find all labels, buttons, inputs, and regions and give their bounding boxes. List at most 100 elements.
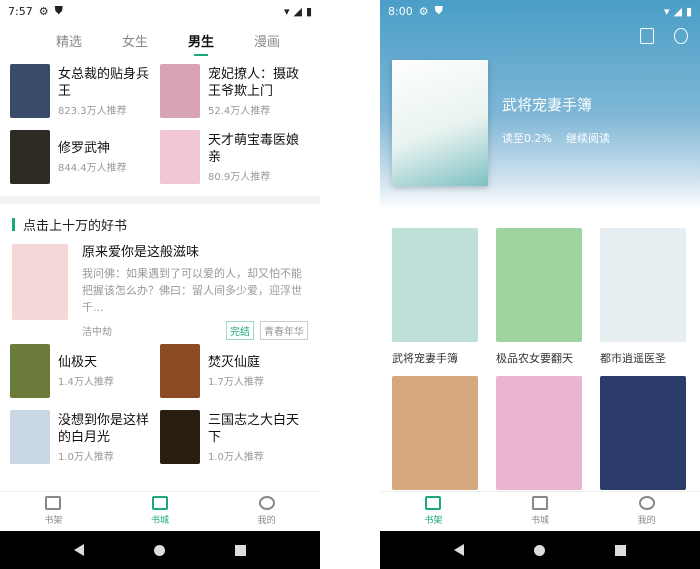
tab-male[interactable]: 男生	[168, 31, 234, 56]
book-item[interactable]: 仙极天 1.4万人推荐	[10, 338, 160, 404]
bookshelf-screen: 8:00 ⚙ ⛊ ▾ ◢ ▮ 武将宠妻手簿 读至0.2% 继续阅读 武将宠妻手簿 极…	[380, 0, 700, 569]
book-cover	[10, 344, 50, 398]
book-title: 天才萌宝毒医娘亲	[208, 132, 300, 165]
tab-featured[interactable]: 精选	[36, 31, 102, 50]
shield-icon: ⛊	[434, 4, 443, 17]
bookshelf-icon	[45, 496, 62, 510]
book-cover	[12, 244, 68, 320]
book-cover	[600, 376, 686, 490]
signal-icon: ◢	[293, 4, 302, 18]
status-time: 8:00	[388, 4, 413, 18]
book-cover	[392, 228, 478, 342]
bookshelf-icon	[425, 496, 442, 510]
profile-icon	[638, 496, 655, 510]
book-item[interactable]: 修罗武神 844.4万人推荐	[10, 124, 160, 190]
section-title: 点击上十万的好书	[23, 218, 128, 234]
book-title: 宠妃撩人：摄政王爷欺上门	[208, 66, 300, 99]
continue-reading-button[interactable]: 继续阅读	[566, 130, 610, 146]
bottom-nav: 书架 书城 我的	[380, 491, 700, 531]
battery-icon: ▮	[685, 4, 692, 18]
book-cover	[160, 130, 200, 184]
book-cover	[600, 228, 686, 342]
more-book-grid: 仙极天 1.4万人推荐 焚灭仙庭 1.7万人推荐 没想到你是这样的白月光 1.0万人推…	[0, 338, 320, 470]
book-cover	[10, 410, 50, 464]
nav-bookstore[interactable]: 书城	[107, 492, 214, 531]
wifi-icon: ▾	[283, 4, 290, 18]
book-item[interactable]: 焚灭仙庭 1.7万人推荐	[160, 338, 310, 404]
calendar-icon[interactable]	[640, 28, 654, 44]
book-item[interactable]: 天才萌宝毒医娘亲 80.9万人推荐	[160, 124, 310, 190]
store-icon	[152, 496, 168, 510]
top-book-grid: 女总裁的贴身兵王 823.3万人推荐 宠妃撩人：摄政王爷欺上门 52.4万人推荐 修…	[0, 58, 320, 190]
book-title: 修罗武神	[58, 141, 111, 156]
wifi-icon: ▾	[663, 4, 670, 18]
status-bar: 7:57 ⚙ ⛊ ▾ ◢ ▮	[0, 0, 320, 22]
shelf-book[interactable]	[496, 376, 582, 490]
shelf-book[interactable]: 都市逍遥医圣	[600, 228, 686, 366]
status-bar: 8:00 ⚙ ⛊ ▾ ◢ ▮	[380, 0, 700, 22]
book-meta: 844.4万人推荐	[58, 163, 127, 174]
back-icon[interactable]	[454, 544, 464, 556]
section-header: 点击上十万的好书	[0, 204, 320, 244]
system-nav-bar	[0, 531, 320, 569]
book-title: 焚灭仙庭	[208, 355, 261, 370]
nav-profile[interactable]: 我的	[213, 492, 320, 531]
store-icon	[532, 496, 548, 510]
category-tabs: 精选 女生 男生 漫画	[0, 22, 320, 58]
shelf-book[interactable]	[392, 376, 478, 490]
current-book-cover[interactable]	[392, 60, 488, 186]
divider	[0, 196, 320, 204]
recents-icon[interactable]	[235, 544, 246, 556]
book-cover	[10, 130, 50, 184]
book-title: 都市逍遥医圣	[600, 352, 666, 365]
featured-book[interactable]: 原来爱你是这般滋味 我问佛：如果遇到了可以爱的人，却又怕不能把握该怎么办？佛曰：…	[0, 244, 320, 340]
book-item[interactable]: 宠妃撩人：摄政王爷欺上门 52.4万人推荐	[160, 58, 310, 124]
tab-female[interactable]: 女生	[102, 31, 168, 50]
settings-icon: ⚙	[38, 4, 49, 18]
book-title: 极品农女要翻天	[496, 352, 573, 365]
status-time: 7:57	[8, 4, 33, 18]
book-title: 仙极天	[58, 355, 98, 370]
book-meta: 1.0万人推荐	[208, 451, 264, 463]
profile-icon	[258, 496, 275, 510]
settings-icon: ⚙	[418, 4, 429, 18]
book-title: 三国志之大白天下	[208, 412, 300, 445]
book-meta: 1.4万人推荐	[58, 377, 114, 388]
book-meta: 1.7万人推荐	[208, 377, 264, 388]
nav-bookshelf[interactable]: 书架	[380, 492, 487, 531]
book-cover	[160, 344, 200, 398]
book-title: 女总裁的贴身兵王	[58, 66, 150, 99]
home-icon[interactable]	[154, 544, 165, 556]
shelf-book[interactable]	[600, 376, 686, 490]
shelf-book[interactable]: 极品农女要翻天	[496, 228, 582, 366]
book-cover	[496, 376, 582, 490]
nav-profile[interactable]: 我的	[593, 492, 700, 531]
bottom-nav: 书架 书城 我的	[0, 491, 320, 531]
tab-comics[interactable]: 漫画	[234, 31, 300, 50]
book-description: 我问佛：如果遇到了可以爱的人，却又怕不能把握该怎么办？佛曰：留人间多少爱，迎浮世…	[82, 267, 302, 314]
book-meta: 80.9万人推荐	[208, 171, 271, 183]
reading-progress: 读至0.2%	[502, 132, 552, 145]
book-title: 武将宠妻手簿	[392, 352, 458, 365]
bookshelf-grid: 武将宠妻手簿 极品农女要翻天 都市逍遥医圣	[392, 228, 686, 490]
book-cover	[496, 228, 582, 342]
book-item[interactable]: 三国志之大白天下 1.0万人推荐	[160, 404, 310, 470]
book-title: 没想到你是这样的白月光	[58, 412, 150, 445]
recents-icon[interactable]	[615, 544, 626, 556]
system-nav-bar	[380, 531, 700, 569]
book-meta: 52.4万人推荐	[208, 105, 271, 117]
book-cover	[160, 410, 200, 464]
shield-icon: ⛊	[54, 4, 63, 17]
book-cover	[160, 64, 200, 118]
home-icon[interactable]	[534, 544, 545, 556]
nav-bookshelf[interactable]: 书架	[0, 492, 107, 531]
book-item[interactable]: 没想到你是这样的白月光 1.0万人推荐	[10, 404, 160, 470]
book-item[interactable]: 女总裁的贴身兵王 823.3万人推荐	[10, 58, 160, 124]
current-book-title[interactable]: 武将宠妻手簿	[502, 94, 592, 115]
shelf-book[interactable]: 武将宠妻手簿	[392, 228, 478, 366]
book-cover	[392, 376, 478, 490]
back-icon[interactable]	[74, 544, 84, 556]
nav-bookstore[interactable]: 书城	[487, 492, 594, 531]
signal-icon: ◢	[673, 4, 682, 18]
search-icon[interactable]	[674, 28, 688, 44]
